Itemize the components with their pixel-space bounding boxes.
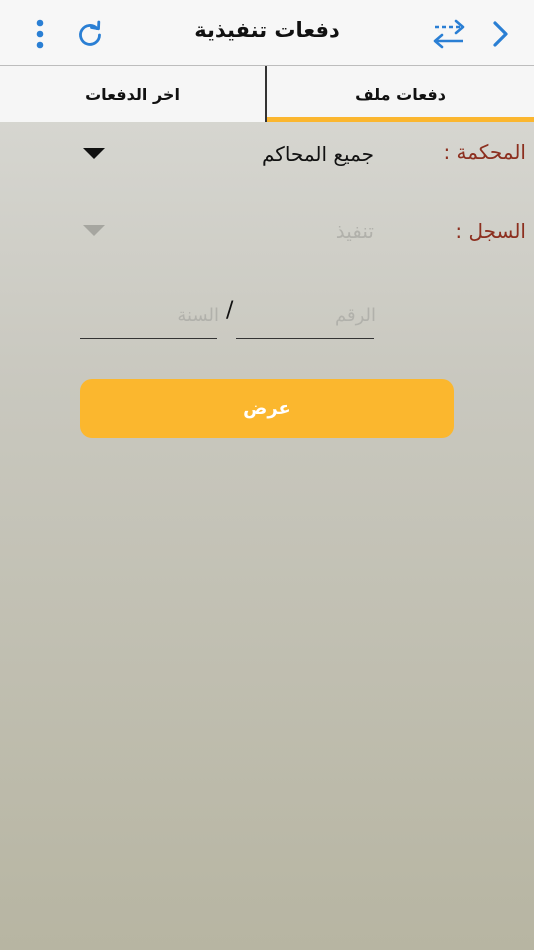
court-dropdown-caret-icon[interactable] [83,148,105,159]
case-number-input[interactable] [236,295,378,335]
tab-bar: اخر الدفعات دفعات ملف [0,66,534,122]
number-year-separator: / [226,298,234,323]
register-label: السجل : [455,219,526,243]
swap-arrows-icon[interactable] [429,14,469,54]
page: دفعات تنفيذية اخر الدفعات دفعات ملف المح… [0,0,534,950]
tab-file-payments[interactable]: دفعات ملف [267,66,534,122]
case-year-input[interactable] [80,295,221,335]
tab-latest-payments[interactable]: اخر الدفعات [0,66,267,122]
chevron-right-icon[interactable] [480,14,520,54]
show-button[interactable]: عرض [80,379,454,438]
register-select-value[interactable]: تنفيذ [336,219,374,243]
case-year-field [80,295,221,339]
navigation-bar: دفعات تنفيذية [0,0,534,66]
register-dropdown-caret-icon[interactable] [83,225,105,236]
court-label: المحكمة : [443,140,526,164]
court-select-value[interactable]: جميع المحاكم [262,142,374,166]
case-number-field [236,295,378,339]
